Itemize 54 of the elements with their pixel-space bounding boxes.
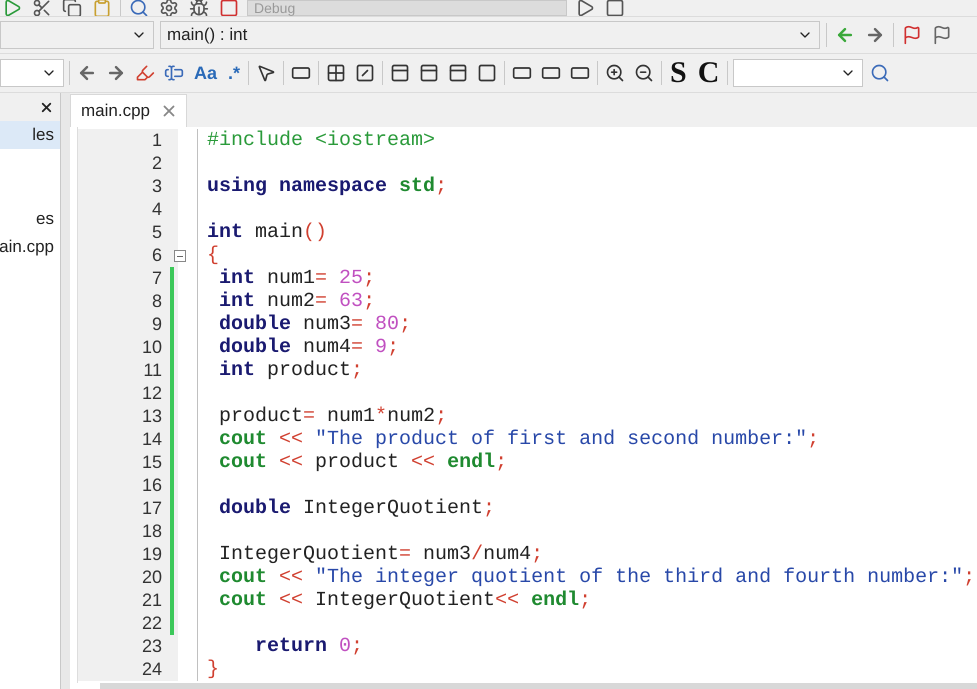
line-number: 9 [78,313,178,336]
code-line: { [206,244,220,267]
line-number: 11 [78,359,178,382]
line-number: 7 [78,267,178,290]
tree-item[interactable]: les [0,121,60,149]
line-number: 23 [78,635,178,658]
line-number: 14 [78,428,178,451]
line-number: 18 [78,520,178,543]
code-line: IntegerQuotient= num3/num4; [218,543,544,566]
code-line: cout << "The integer quotient of the third and fourth number:"; [218,566,976,589]
line-number: 17 [78,497,178,520]
code-line: cout << IntegerQuotient<< endl; [218,589,592,612]
code-line: int num2= 63; [218,290,376,313]
text-toggle[interactable]: .* [225,59,244,87]
code-line: double IntegerQuotient; [218,497,496,520]
line-number: 13 [78,405,178,428]
editor-tab[interactable]: main.cpp [70,94,187,127]
function-select-value: main() : int [167,25,248,45]
line-number: 10 [78,336,178,359]
line-number: 24 [78,658,178,681]
code-line: product= num1*num2; [218,405,448,428]
code-line: using namespace std; [206,175,448,198]
text-toggle[interactable]: Aa [191,59,220,87]
line-number: 2 [78,152,178,175]
style-toggle[interactable]: S [667,59,690,87]
code-line: int num1= 25; [218,267,376,290]
code-line: double num4= 9; [218,336,400,359]
line-number: 8 [78,290,178,313]
code-line: double num3= 80; [218,313,412,336]
line-number: 12 [78,382,178,405]
line-number: 15 [78,451,178,474]
tree-item[interactable]: ain.cpp [0,233,60,261]
code-line: cout << "The product of first and second number:"; [218,428,820,451]
line-number: 6 [78,244,178,267]
function-select[interactable]: main() : int [160,21,820,49]
line-number: 22 [78,612,178,635]
code-line: return 0; [254,635,364,658]
code-line: int main() [206,221,328,244]
style-toggle[interactable]: C [694,59,722,87]
line-number: 5 [78,221,178,244]
line-number: 21 [78,589,178,612]
horizontal-scrollbar[interactable] [100,683,977,689]
code-line: } [206,658,220,681]
line-number: 20 [78,566,178,589]
line-number: 19 [78,543,178,566]
line-number: 16 [78,474,178,497]
code-line: #include <iostream> [206,129,436,152]
line-number: 1 [78,129,178,152]
line-number: 3 [78,175,178,198]
line-number: 4 [78,198,178,221]
code-line: int product; [218,359,364,382]
fold-toggle-icon[interactable] [174,250,186,262]
code-line: cout << product << endl; [218,451,508,474]
tree-item[interactable]: es [0,205,60,233]
